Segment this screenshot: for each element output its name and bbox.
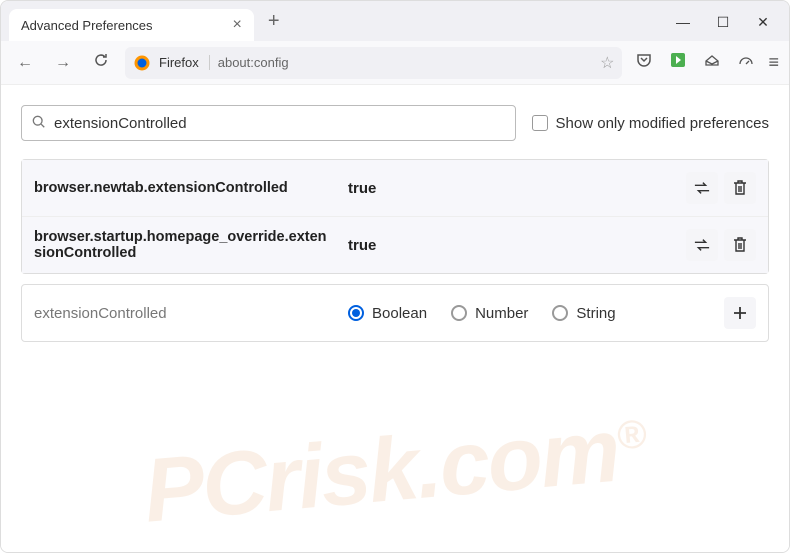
delete-button[interactable] bbox=[724, 172, 756, 204]
type-radio-group: Boolean Number String bbox=[348, 305, 708, 322]
trash-icon bbox=[733, 237, 747, 253]
radio-label: Boolean bbox=[372, 305, 427, 322]
search-icon bbox=[32, 115, 46, 132]
radio-boolean[interactable]: Boolean bbox=[348, 305, 427, 322]
pref-name: browser.newtab.extensionControlled bbox=[34, 180, 332, 196]
toggle-icon bbox=[694, 238, 710, 252]
window: Advanced Preferences × + — ☐ ✕ ← → Firef… bbox=[0, 0, 790, 553]
radio-input[interactable] bbox=[348, 305, 364, 321]
pref-name: browser.startup.homepage_override.extens… bbox=[34, 229, 332, 261]
minimize-button[interactable]: — bbox=[673, 14, 693, 31]
back-button[interactable]: ← bbox=[11, 50, 39, 76]
search-input[interactable] bbox=[54, 115, 505, 132]
maximize-button[interactable]: ☐ bbox=[713, 14, 733, 31]
dashboard-icon[interactable] bbox=[734, 50, 758, 75]
pref-actions bbox=[686, 172, 756, 204]
toggle-icon bbox=[694, 181, 710, 195]
pref-actions bbox=[686, 229, 756, 261]
new-pref-name: extensionControlled bbox=[34, 305, 332, 322]
toggle-button[interactable] bbox=[686, 229, 718, 261]
watermark: PCrisk.com® bbox=[140, 397, 650, 543]
radio-number[interactable]: Number bbox=[451, 305, 528, 322]
close-window-button[interactable]: ✕ bbox=[753, 14, 773, 31]
window-controls: — ☐ ✕ bbox=[673, 14, 773, 31]
browser-tab[interactable]: Advanced Preferences × bbox=[9, 9, 254, 41]
url-text: about:config bbox=[218, 55, 592, 70]
extension-icon[interactable] bbox=[666, 50, 690, 75]
firefox-icon bbox=[133, 54, 151, 72]
search-row: Show only modified preferences bbox=[21, 105, 769, 141]
tab-title: Advanced Preferences bbox=[21, 18, 153, 33]
radio-string[interactable]: String bbox=[552, 305, 615, 322]
new-pref-row: extensionControlled Boolean Number Strin… bbox=[21, 284, 769, 342]
toolbar: ← → Firefox about:config ☆ ≡ bbox=[1, 41, 789, 85]
menu-button[interactable]: ≡ bbox=[768, 52, 779, 73]
search-box[interactable] bbox=[21, 105, 516, 141]
trash-icon bbox=[733, 180, 747, 196]
radio-input[interactable] bbox=[451, 305, 467, 321]
forward-button[interactable]: → bbox=[49, 50, 77, 76]
inbox-icon[interactable] bbox=[700, 50, 724, 75]
reload-button[interactable] bbox=[87, 48, 115, 77]
new-tab-button[interactable]: + bbox=[262, 10, 286, 33]
radio-label: Number bbox=[475, 305, 528, 322]
pref-table: browser.newtab.extensionControlled true … bbox=[21, 159, 769, 274]
pref-value: true bbox=[348, 180, 670, 197]
content-area: Show only modified preferences browser.n… bbox=[1, 85, 789, 552]
toggle-button[interactable] bbox=[686, 172, 718, 204]
bookmark-star-icon[interactable]: ☆ bbox=[600, 53, 614, 73]
pref-value: true bbox=[348, 237, 670, 254]
pref-row: browser.newtab.extensionControlled true bbox=[22, 160, 768, 217]
show-modified-checkbox-group[interactable]: Show only modified preferences bbox=[532, 115, 769, 132]
close-tab-icon[interactable]: × bbox=[233, 17, 242, 33]
show-modified-checkbox[interactable] bbox=[532, 115, 548, 131]
show-modified-label: Show only modified preferences bbox=[556, 115, 769, 132]
pref-row: browser.startup.homepage_override.extens… bbox=[22, 217, 768, 273]
add-button[interactable] bbox=[724, 297, 756, 329]
pocket-icon[interactable] bbox=[632, 50, 656, 75]
delete-button[interactable] bbox=[724, 229, 756, 261]
url-bar[interactable]: Firefox about:config ☆ bbox=[125, 47, 622, 79]
plus-icon bbox=[733, 306, 747, 320]
radio-input[interactable] bbox=[552, 305, 568, 321]
titlebar: Advanced Preferences × + — ☐ ✕ bbox=[1, 1, 789, 41]
reload-icon bbox=[93, 52, 109, 68]
url-identity: Firefox bbox=[159, 55, 210, 70]
radio-label: String bbox=[576, 305, 615, 322]
